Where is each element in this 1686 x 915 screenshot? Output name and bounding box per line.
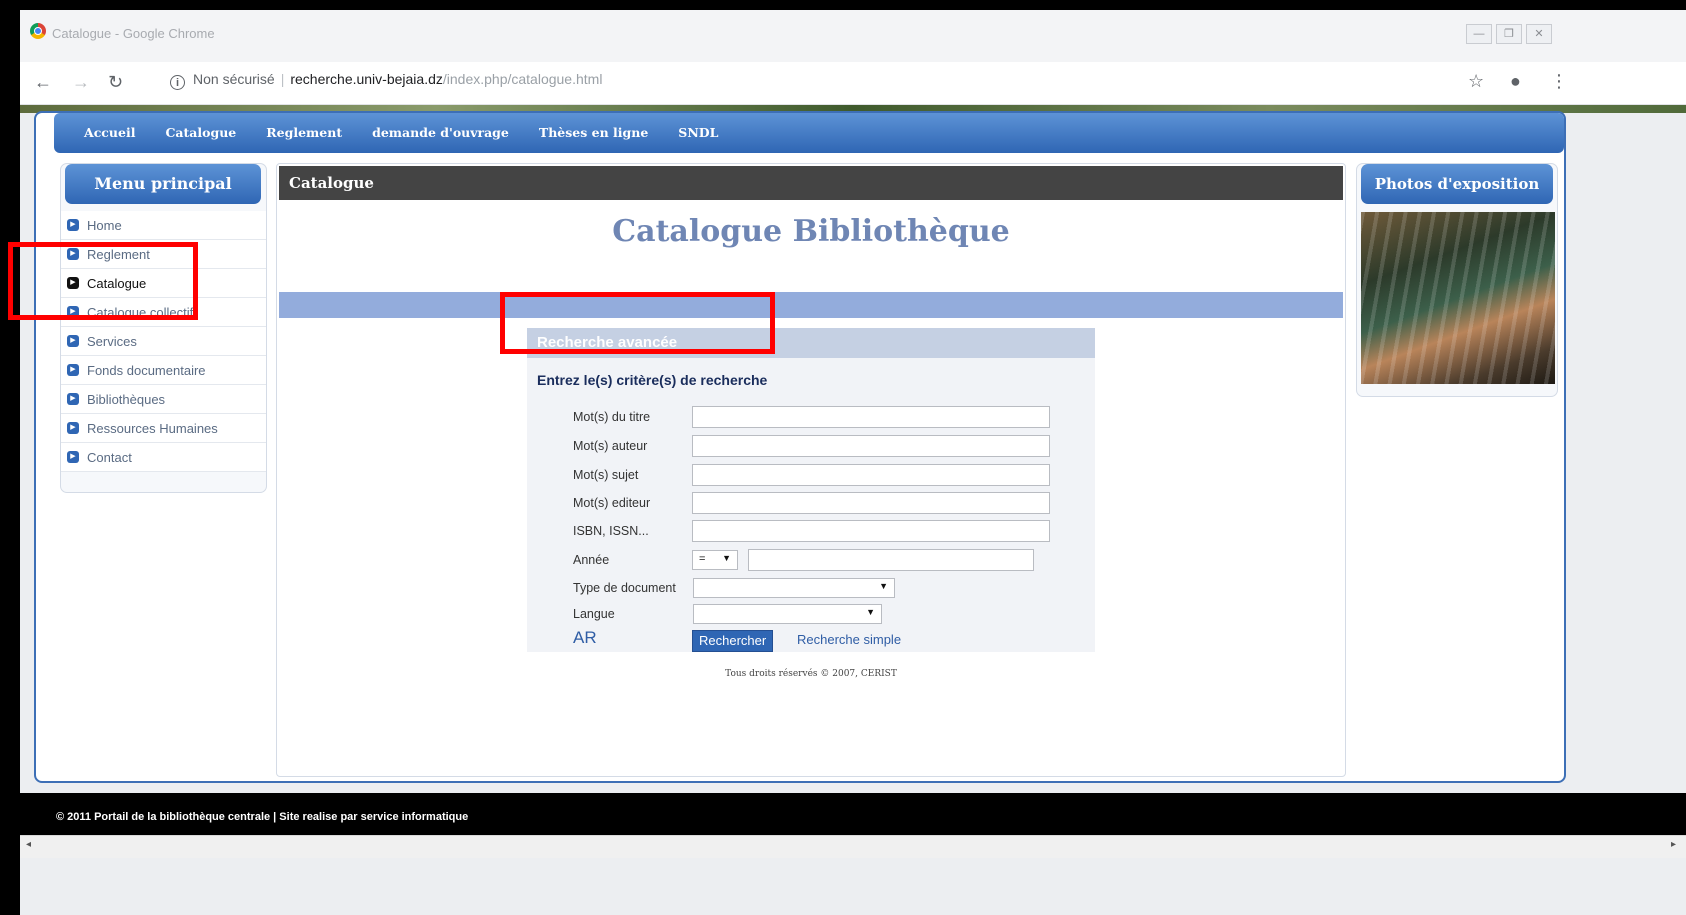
nav-theses-en-ligne[interactable]: Thèses en ligne xyxy=(539,113,648,153)
address-bar-row: ← → ↻ i Non sécurisé | recherche.univ-bejai… xyxy=(20,62,1686,105)
address-bar[interactable]: i Non sécurisé | recherche.univ-bejaia.dz/i… xyxy=(170,71,602,90)
ar-link[interactable]: AR xyxy=(573,628,597,648)
bullet-icon: ▶ xyxy=(67,451,79,463)
star-icon[interactable]: ☆ xyxy=(1468,71,1484,92)
criteria-title: Entrez le(s) critère(s) de recherche xyxy=(537,372,768,388)
menu-item-label: Home xyxy=(87,217,122,233)
back-icon[interactable]: ← xyxy=(34,72,52,93)
bullet-icon: ▶ xyxy=(67,364,79,376)
info-icon[interactable]: i xyxy=(170,75,185,90)
annee-operator-select[interactable]: = ▼ xyxy=(692,550,738,570)
minimize-button[interactable]: — xyxy=(1466,24,1492,44)
url-host: recherche.univ-bejaia.dz xyxy=(290,71,443,87)
nav-reglement[interactable]: Reglement xyxy=(266,113,342,153)
langue-select[interactable]: ▼ xyxy=(693,604,882,624)
menu-item-label: Ressources Humaines xyxy=(87,420,218,436)
footer-text: © 2011 Portail de la bibliothèque centra… xyxy=(56,811,469,823)
web-page: Accueil Catalogue Reglement demande d'ouvra… xyxy=(20,105,1686,915)
type-document-label: Type de document xyxy=(573,581,676,595)
isbn-input[interactable] xyxy=(692,520,1050,542)
menu-item-label: Contact xyxy=(87,449,132,465)
titre-label: Mot(s) du titre xyxy=(573,410,651,424)
type-document-select[interactable]: ▼ xyxy=(693,578,895,598)
bullet-icon: ▶ xyxy=(67,219,79,231)
annee-label: Année xyxy=(573,553,610,567)
auteur-input[interactable] xyxy=(692,435,1050,457)
content-header: Catalogue xyxy=(279,166,1343,200)
nav-catalogue[interactable]: Catalogue xyxy=(165,113,236,153)
editeur-input[interactable] xyxy=(692,492,1050,514)
expo-photos-panel: Photos d'exposition xyxy=(1356,163,1558,397)
horizontal-scrollbar[interactable]: ◂ ▸ xyxy=(20,835,1686,858)
rechercher-button[interactable]: Rechercher xyxy=(692,630,774,652)
url-path: /index.php/catalogue.html xyxy=(442,71,603,87)
nav-accueil[interactable]: Accueil xyxy=(84,113,135,153)
chrome-logo-icon xyxy=(30,23,46,39)
annotation-highlight-menu xyxy=(8,242,198,320)
langue-label: Langue xyxy=(573,607,615,621)
url-separator: | xyxy=(280,71,285,87)
menu-item-label: Services xyxy=(87,333,137,349)
account-icon[interactable]: ● xyxy=(1510,71,1521,92)
annee-operator-value: = xyxy=(699,553,706,565)
nav-demande-ouvrage[interactable]: demande d'ouvrage xyxy=(372,113,509,153)
window-title: Catalogue - Google Chrome xyxy=(52,26,215,41)
title-bar: Catalogue - Google Chrome — ❐ ✕ xyxy=(20,10,1686,62)
menu-item-contact[interactable]: ▶ Contact xyxy=(61,443,266,472)
annotation-highlight-search xyxy=(500,292,775,354)
sujet-input[interactable] xyxy=(692,464,1050,486)
nav-sndl[interactable]: SNDL xyxy=(678,113,718,153)
main-menu-title: Menu principal xyxy=(65,164,261,204)
bullet-icon: ▶ xyxy=(67,422,79,434)
auteur-label: Mot(s) auteur xyxy=(573,439,648,453)
security-label: Non sécurisé xyxy=(193,71,275,87)
expo-photos-title: Photos d'exposition xyxy=(1361,164,1553,204)
isbn-label: ISBN, ISSN... xyxy=(573,524,649,538)
close-button[interactable]: ✕ xyxy=(1526,24,1552,44)
scroll-left-icon[interactable]: ◂ xyxy=(26,839,31,850)
menu-item-label: Bibliothèques xyxy=(87,391,166,407)
expo-photo[interactable] xyxy=(1361,212,1555,384)
sujet-label: Mot(s) sujet xyxy=(573,468,639,482)
bullet-icon: ▶ xyxy=(67,393,79,405)
editeur-label: Mot(s) editeur xyxy=(573,496,651,510)
browser-window: Catalogue - Google Chrome — ❐ ✕ ← → ↻ iN… xyxy=(20,10,1686,915)
content-panel: Catalogue Catalogue Bibliothèque Recherc… xyxy=(276,163,1346,777)
menu-item-home[interactable]: ▶ Home xyxy=(61,211,266,240)
dropdown-arrow-icon: ▼ xyxy=(722,553,731,563)
recherche-simple-link[interactable]: Recherche simple xyxy=(797,632,901,647)
titre-input[interactable] xyxy=(692,406,1050,428)
reload-icon[interactable]: ↻ xyxy=(108,72,123,93)
dropdown-arrow-icon: ▼ xyxy=(879,581,888,591)
rights-notice: Tous droits réservés © 2007, CERIST xyxy=(725,669,897,679)
title-band xyxy=(279,292,1343,318)
top-nav: Accueil Catalogue Reglement demande d'ouvra… xyxy=(54,113,1564,153)
restore-button[interactable]: ❐ xyxy=(1496,24,1522,44)
menu-item-fonds-documentaire[interactable]: ▶ Fonds documentaire xyxy=(61,356,266,385)
scroll-right-icon[interactable]: ▸ xyxy=(1671,839,1676,850)
menu-item-bibliotheques[interactable]: ▶ Bibliothèques xyxy=(61,385,266,414)
menu-item-services[interactable]: ▶ Services xyxy=(61,327,266,356)
menu-icon[interactable]: ⋮ xyxy=(1550,71,1568,92)
page-title: Catalogue Bibliothèque xyxy=(612,214,1010,249)
forward-icon[interactable]: → xyxy=(72,72,90,93)
menu-item-label: Fonds documentaire xyxy=(87,362,206,378)
bullet-icon: ▶ xyxy=(67,335,79,347)
menu-item-ressources-humaines[interactable]: ▶ Ressources Humaines xyxy=(61,414,266,443)
dropdown-arrow-icon: ▼ xyxy=(866,607,875,617)
advanced-search-panel: Recherche avancée Entrez le(s) critère(s… xyxy=(527,328,1095,652)
annee-input[interactable] xyxy=(748,549,1034,571)
main-menu-panel: Menu principal ▶ Home ▶ Reglement ▶ Catalog… xyxy=(60,163,267,493)
